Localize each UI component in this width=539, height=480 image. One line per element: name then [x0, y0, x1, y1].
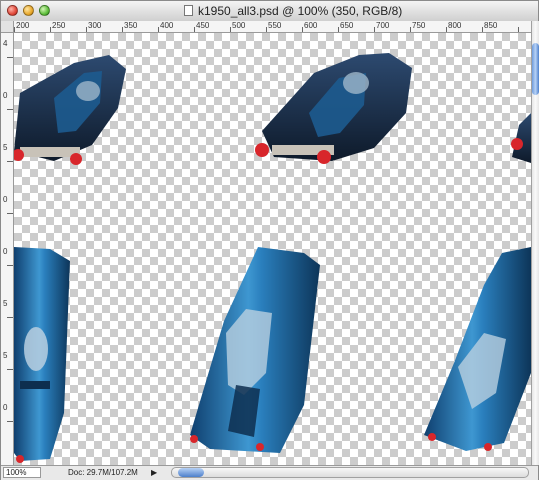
- vertical-scroll-thumb[interactable]: [532, 43, 539, 95]
- car-image-bottom-right: [424, 247, 531, 451]
- ruler-origin[interactable]: [1, 21, 14, 33]
- car-image-bottom-middle: [190, 247, 320, 453]
- window-controls: [7, 5, 50, 16]
- car-image-top-middle: [255, 53, 412, 164]
- ruler-label: 0: [3, 91, 8, 100]
- ruler-label: 250: [52, 21, 66, 30]
- ruler-label: 5: [3, 351, 8, 360]
- car-image-bottom-left: [14, 247, 70, 463]
- ruler-label: 600: [304, 21, 318, 30]
- vertical-scrollbar[interactable]: [531, 21, 539, 465]
- zoom-field[interactable]: 100%: [3, 467, 41, 478]
- ruler-label: 4: [3, 39, 8, 48]
- horizontal-scrollbar[interactable]: [171, 467, 529, 478]
- status-bar: 100% Doc: 29.7M/107.2M ▶: [1, 465, 538, 480]
- ruler-label: 400: [160, 21, 174, 30]
- ruler-label: 650: [340, 21, 354, 30]
- ruler-tick: [7, 213, 13, 214]
- ruler-tick: [7, 109, 13, 110]
- doc-size-info[interactable]: Doc: 29.7M/107.2M: [68, 468, 138, 477]
- ruler-label: 350: [124, 21, 138, 30]
- document-icon: [184, 5, 193, 16]
- vertical-ruler[interactable]: 4 0 5 0 0 5 5 0: [1, 33, 14, 465]
- close-button[interactable]: [7, 5, 18, 16]
- status-menu-arrow-icon[interactable]: ▶: [151, 468, 157, 477]
- ruler-label: 0: [3, 195, 8, 204]
- ruler-label: 700: [376, 21, 390, 30]
- canvas-artwork: [14, 53, 531, 463]
- horizontal-ruler[interactable]: 200 250 300 350 400 450 500 550 600 650 …: [14, 21, 531, 33]
- car-image-top-right-partial: [511, 113, 531, 163]
- horizontal-scroll-thumb[interactable]: [178, 468, 204, 477]
- ruler-label: 5: [3, 143, 8, 152]
- ruler-label: 5: [3, 299, 8, 308]
- ruler-tick: [7, 317, 13, 318]
- ruler-label: 500: [232, 21, 246, 30]
- ruler-tick: [7, 161, 13, 162]
- ruler-label: 800: [448, 21, 462, 30]
- ruler-label: 450: [196, 21, 210, 30]
- ruler-tick: [7, 265, 13, 266]
- ruler-tick: [7, 57, 13, 58]
- ruler-label: 200: [16, 21, 30, 30]
- ruler-tick: [7, 369, 13, 370]
- zoom-button[interactable]: [39, 5, 50, 16]
- car-image-top-left: [14, 55, 126, 165]
- ruler-label: 750: [412, 21, 426, 30]
- ruler-label: 0: [3, 247, 8, 256]
- title-bar[interactable]: k1950_all3.psd @ 100% (350, RGB/8): [1, 1, 538, 22]
- window-title: k1950_all3.psd @ 100% (350, RGB/8): [198, 4, 403, 18]
- document-canvas[interactable]: [14, 33, 531, 465]
- photoshop-document-window: k1950_all3.psd @ 100% (350, RGB/8) 200 2…: [0, 0, 539, 480]
- ruler-label: 550: [268, 21, 282, 30]
- ruler-label: 0: [3, 403, 8, 412]
- ruler-label: 300: [88, 21, 102, 30]
- minimize-button[interactable]: [23, 5, 34, 16]
- ruler-tick: [7, 421, 13, 422]
- ruler-label: 850: [484, 21, 498, 30]
